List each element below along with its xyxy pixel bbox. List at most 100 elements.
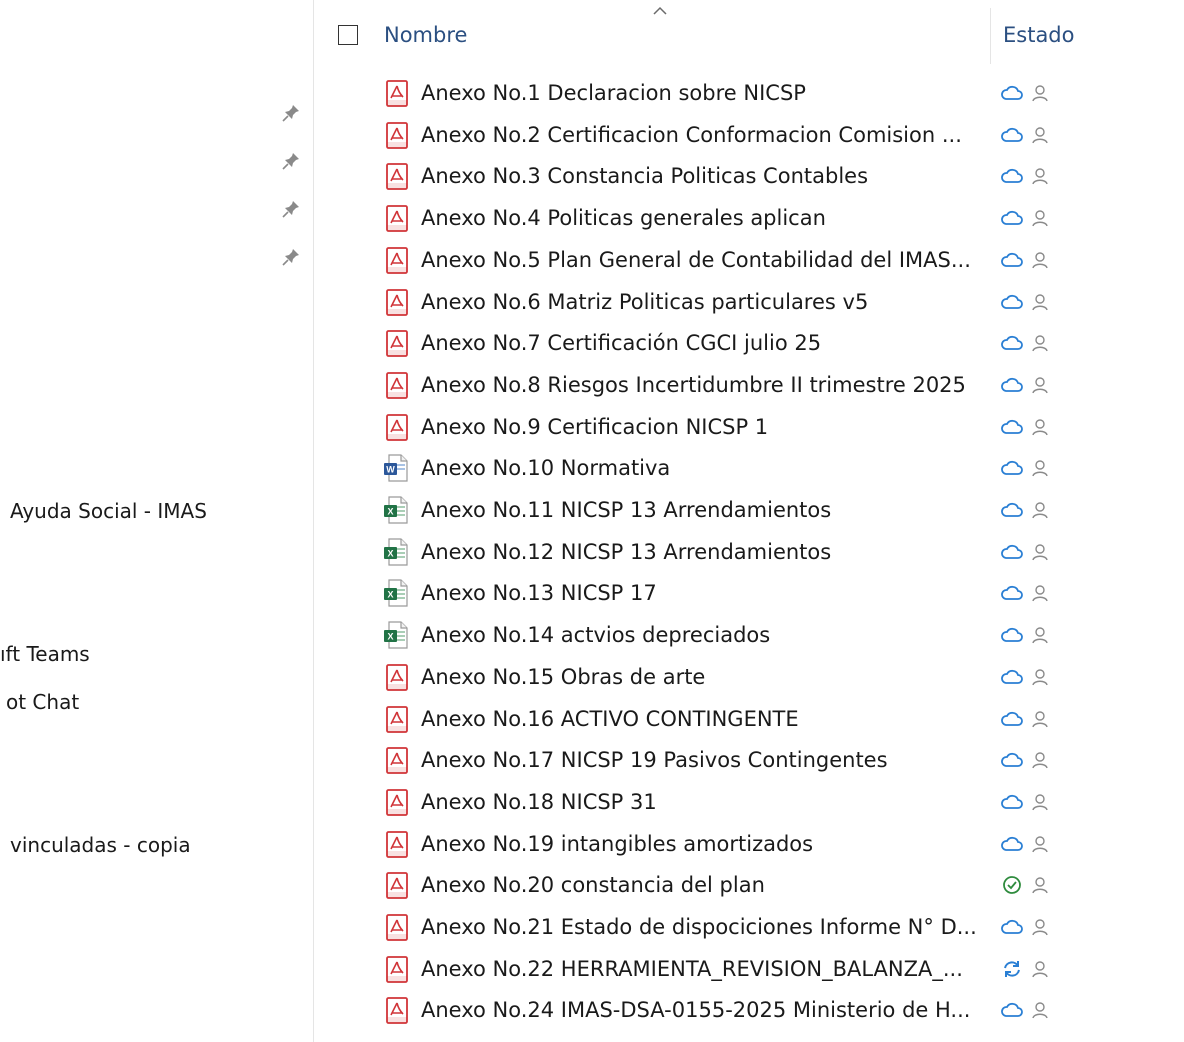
- shared-person-icon[interactable]: [1031, 749, 1049, 771]
- file-row[interactable]: Anexo No.8 Riesgos Incertidumbre II trim…: [314, 364, 1184, 405]
- shared-person-icon[interactable]: [1031, 457, 1049, 479]
- file-row[interactable]: Anexo No.17 NICSP 19 Pasivos Contingente…: [314, 739, 1184, 780]
- cloud-icon[interactable]: [1000, 791, 1024, 813]
- shared-person-icon[interactable]: [1031, 624, 1049, 646]
- select-all-checkbox[interactable]: [338, 25, 358, 45]
- file-row[interactable]: Anexo No.4 Politicas generales aplican: [314, 197, 1184, 238]
- pdf-file-icon: [386, 163, 408, 191]
- pdf-file-icon: [386, 663, 408, 691]
- file-name: Anexo No.2 Certificacion Conformacion Co…: [421, 122, 962, 147]
- file-row[interactable]: X Anexo No.13 NICSP 17: [314, 572, 1184, 613]
- shared-person-icon[interactable]: [1031, 249, 1049, 271]
- shared-person-icon[interactable]: [1031, 916, 1049, 938]
- pin-icon[interactable]: [280, 102, 302, 124]
- shared-person-icon[interactable]: [1031, 708, 1049, 730]
- shared-person-icon[interactable]: [1031, 82, 1049, 104]
- shared-person-icon[interactable]: [1031, 374, 1049, 396]
- cloud-icon[interactable]: [1000, 666, 1024, 688]
- shared-person-icon[interactable]: [1031, 874, 1049, 896]
- shared-person-icon[interactable]: [1031, 958, 1049, 980]
- file-name: Anexo No.13 NICSP 17: [421, 581, 657, 606]
- pin-icon[interactable]: [280, 150, 302, 172]
- synced-check-icon[interactable]: [1000, 874, 1024, 896]
- nav-item-ayuda-social[interactable]: Ayuda Social - IMAS: [10, 498, 207, 524]
- nav-item-vinculadas[interactable]: vinculadas - copia: [10, 832, 191, 858]
- file-row[interactable]: Anexo No.18 NICSP 31: [314, 781, 1184, 822]
- shared-person-icon[interactable]: [1031, 207, 1049, 229]
- file-row[interactable]: Anexo No.24 IMAS-DSA-0155-2025 Ministeri…: [314, 989, 1184, 1030]
- shared-person-icon[interactable]: [1031, 833, 1049, 855]
- shared-person-icon[interactable]: [1031, 666, 1049, 688]
- file-row[interactable]: Anexo No.1 Declaracion sobre NICSP: [314, 72, 1184, 113]
- shared-person-icon[interactable]: [1031, 541, 1049, 563]
- pin-icon[interactable]: [280, 198, 302, 220]
- column-header-name[interactable]: Nombre: [384, 20, 467, 50]
- svg-text:X: X: [387, 507, 393, 517]
- file-row[interactable]: Anexo No.9 Certificacion NICSP 1: [314, 406, 1184, 447]
- cloud-icon[interactable]: [1000, 833, 1024, 855]
- cloud-icon[interactable]: [1000, 541, 1024, 563]
- cloud-icon[interactable]: [1000, 582, 1024, 604]
- shared-person-icon[interactable]: [1031, 416, 1049, 438]
- file-row[interactable]: Anexo No.21 Estado de dispociciones Info…: [314, 906, 1184, 947]
- file-row[interactable]: Anexo No.19 intangibles amortizados: [314, 823, 1184, 864]
- file-row[interactable]: Anexo No.7 Certificación CGCI julio 25: [314, 322, 1184, 363]
- cloud-icon[interactable]: [1000, 499, 1024, 521]
- cloud-icon[interactable]: [1000, 999, 1024, 1021]
- cloud-icon[interactable]: [1000, 332, 1024, 354]
- shared-person-icon[interactable]: [1031, 999, 1049, 1021]
- pdf-file-icon: [386, 246, 408, 274]
- syncing-icon[interactable]: [1000, 958, 1024, 980]
- file-row[interactable]: X Anexo No.11 NICSP 13 Arrendamientos: [314, 489, 1184, 530]
- excel-file-icon: X: [384, 621, 408, 649]
- column-header-status[interactable]: Estado: [1003, 20, 1075, 50]
- cloud-icon[interactable]: [1000, 249, 1024, 271]
- cloud-icon[interactable]: [1000, 207, 1024, 229]
- cloud-icon[interactable]: [1000, 82, 1024, 104]
- cloud-icon[interactable]: [1000, 124, 1024, 146]
- shared-person-icon[interactable]: [1031, 291, 1049, 313]
- shared-person-icon[interactable]: [1031, 582, 1049, 604]
- cloud-icon[interactable]: [1000, 416, 1024, 438]
- file-row[interactable]: Anexo No.3 Constancia Politicas Contable…: [314, 155, 1184, 196]
- column-divider[interactable]: [990, 8, 991, 64]
- pin-icon[interactable]: [280, 246, 302, 268]
- file-row[interactable]: Anexo No.5 Plan General de Contabilidad …: [314, 239, 1184, 280]
- file-explorer: Ayuda Social - IMAS ıft Teams ot Chat vi…: [0, 0, 1184, 1042]
- navigation-pane: Ayuda Social - IMAS ıft Teams ot Chat vi…: [0, 0, 312, 1042]
- cloud-icon[interactable]: [1000, 916, 1024, 938]
- file-row[interactable]: Anexo No.2 Certificacion Conformacion Co…: [314, 114, 1184, 155]
- file-name: Anexo No.14 actvios depreciados: [421, 623, 771, 648]
- file-row[interactable]: X Anexo No.12 NICSP 13 Arrendamientos: [314, 531, 1184, 572]
- cloud-icon[interactable]: [1000, 457, 1024, 479]
- file-name: Anexo No.20 constancia del plan: [421, 873, 765, 898]
- cloud-icon[interactable]: [1000, 165, 1024, 187]
- shared-person-icon[interactable]: [1031, 791, 1049, 813]
- cloud-icon[interactable]: [1000, 291, 1024, 313]
- shared-person-icon[interactable]: [1031, 165, 1049, 187]
- shared-person-icon[interactable]: [1031, 332, 1049, 354]
- pdf-file-icon: [386, 705, 408, 733]
- nav-item-teams[interactable]: ıft Teams: [0, 641, 90, 667]
- file-row[interactable]: W Anexo No.10 Normativa: [314, 447, 1184, 488]
- cloud-icon[interactable]: [1000, 374, 1024, 396]
- shared-person-icon[interactable]: [1031, 499, 1049, 521]
- file-row[interactable]: Anexo No.15 Obras de arte: [314, 656, 1184, 697]
- file-row[interactable]: Anexo No.6 Matriz Politicas particulares…: [314, 281, 1184, 322]
- pdf-file-icon: [386, 788, 408, 816]
- cloud-icon[interactable]: [1000, 749, 1024, 771]
- cloud-icon[interactable]: [1000, 708, 1024, 730]
- file-name: Anexo No.11 NICSP 13 Arrendamientos: [421, 498, 832, 522]
- nav-item-chat[interactable]: ot Chat: [6, 689, 79, 715]
- shared-person-icon[interactable]: [1031, 124, 1049, 146]
- pdf-file-icon: [386, 413, 408, 441]
- file-row[interactable]: Anexo No.16 ACTIVO CONTINGENTE: [314, 698, 1184, 739]
- svg-text:X: X: [387, 632, 393, 642]
- pdf-file-icon: [386, 205, 408, 232]
- column-header: Nombre Estado: [314, 0, 1184, 72]
- file-row[interactable]: X Anexo No.14 actvios depreciados: [314, 614, 1184, 655]
- file-row[interactable]: Anexo No.22 HERRAMIENTA_REVISION_BALANZA…: [314, 948, 1184, 989]
- file-row[interactable]: Anexo No.20 constancia del plan: [314, 864, 1184, 905]
- file-name: Anexo No.7 Certificación CGCI julio 25: [421, 331, 822, 356]
- cloud-icon[interactable]: [1000, 624, 1024, 646]
